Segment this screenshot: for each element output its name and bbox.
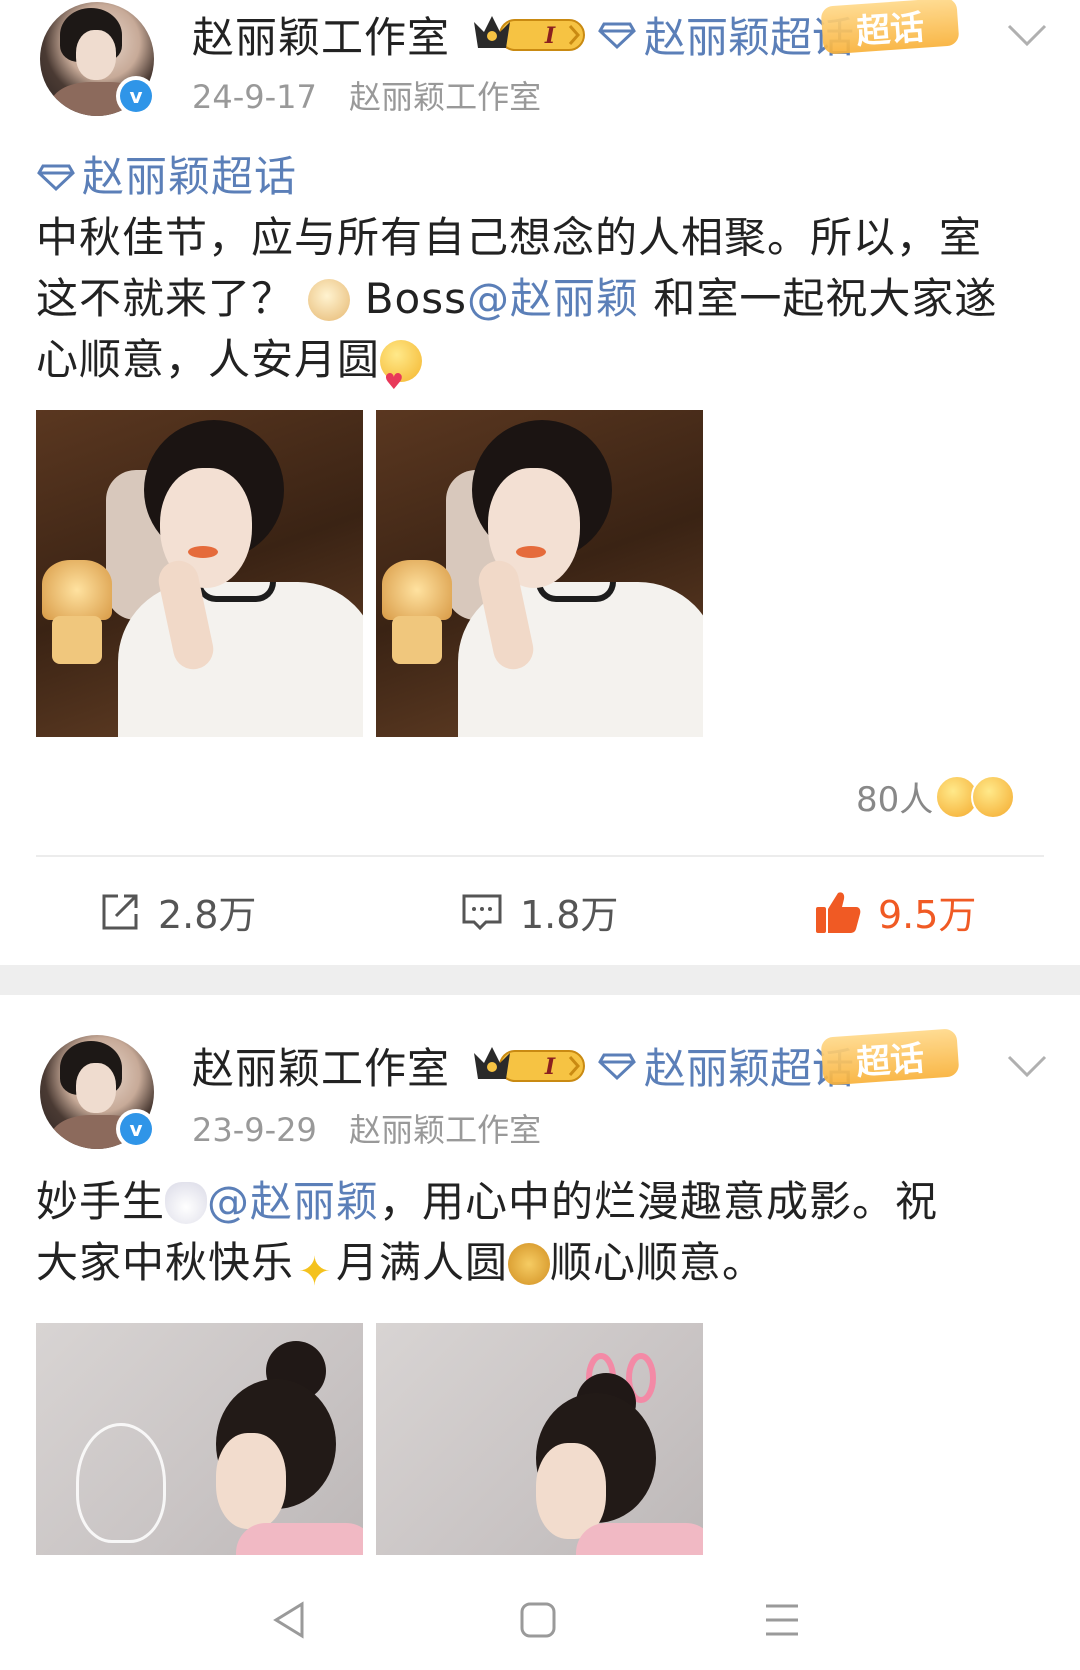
content-line: 妙手生 @赵丽颖，用心中的烂漫趣意成影。祝 [36, 1177, 939, 1226]
divider [36, 855, 1044, 857]
post-meta: 24-9-17 赵丽颖工作室 [192, 72, 563, 118]
comment-count: 1.8万 [520, 893, 619, 937]
rabbit-emoji-icon [165, 1182, 208, 1224]
author-name[interactable]: 赵丽颖工作室 [192, 4, 450, 65]
chevron-down-icon[interactable] [1003, 14, 1051, 54]
back-nav-icon[interactable] [270, 1600, 310, 1640]
mention-link[interactable]: @赵丽颖 [467, 274, 639, 323]
doge-emoji-icon [308, 279, 351, 321]
content-line: 心顺意，人安月圆 [36, 329, 1046, 413]
content-line: 这不就来了？ Boss@赵丽颖 和室一起祝大家遂 [36, 274, 998, 323]
weibo-post: v 赵丽颖工作室 I 赵丽颖超话 超话 23-9-29 赵丽颖工作室 妙手生 @赵… [0, 995, 1080, 1600]
like-button[interactable]: 9.5万 [814, 884, 976, 939]
repost-button[interactable]: 2.8万 [98, 884, 256, 939]
topic-link[interactable]: 赵丽颖超话 [598, 4, 854, 65]
repost-icon [102, 894, 138, 929]
sparkle-emoji-icon: ✦ [297, 1249, 333, 1295]
post-separator [0, 965, 1080, 995]
reactions-count: 80人 [856, 780, 934, 820]
reactions-summary[interactable]: 80人 [856, 772, 1016, 821]
post-image[interactable] [376, 1323, 703, 1555]
love-emoji-icon [380, 340, 423, 413]
reaction-emoji-icon [971, 774, 1016, 819]
verified-badge-icon: v [116, 76, 156, 116]
thumbs-up-icon [816, 891, 861, 933]
content-line: 中秋佳节，应与所有自己想念的人相聚。所以，室 [36, 213, 983, 262]
post-source: 赵丽颖工作室 [349, 1111, 542, 1149]
repost-count: 2.8万 [158, 893, 257, 937]
post-content: 赵丽颖超话 中秋佳节，应与所有自己想念的人相聚。所以，室 这不就来了？ Boss… [36, 146, 1046, 413]
like-count: 9.5万 [878, 893, 977, 937]
svg-text:I: I [544, 1054, 556, 1080]
post-date: 24-9-17 [192, 78, 317, 116]
post-date: 23-9-29 [192, 1111, 317, 1149]
crown-level-badge-icon: I [474, 1047, 585, 1082]
diamond-icon [37, 164, 75, 191]
post-meta: 23-9-29 赵丽颖工作室 [192, 1105, 563, 1151]
weibo-post: v 赵丽颖工作室 I 赵丽颖超话 超话 24-9-17 赵丽颖工作室 赵丽颖超话… [0, 0, 1080, 965]
topic-tag-link[interactable]: 赵丽颖超话 [36, 146, 1046, 207]
diamond-icon [598, 22, 636, 49]
diamond-icon [598, 1053, 636, 1080]
home-nav-icon[interactable] [518, 1600, 558, 1640]
comment-icon [462, 894, 502, 930]
author-name[interactable]: 赵丽颖工作室 [192, 1035, 450, 1096]
post-image[interactable] [36, 1323, 363, 1555]
post-image[interactable] [36, 410, 363, 737]
topic-link[interactable]: 赵丽颖超话 [598, 1035, 854, 1096]
post-image[interactable] [376, 410, 703, 737]
chaohua-sticker: 超话 [820, 0, 960, 55]
svg-text:I: I [544, 23, 556, 49]
chevron-down-icon[interactable] [1003, 1045, 1051, 1085]
chaohua-sticker: 超话 [820, 1028, 960, 1086]
verified-badge-icon: v [116, 1109, 156, 1149]
post-content: 妙手生 @赵丽颖，用心中的烂漫趣意成影。祝 大家中秋快乐✦月满人圆 顺心顺意。 [36, 1171, 1046, 1293]
mention-link[interactable]: @赵丽颖 [207, 1177, 379, 1226]
post-source: 赵丽颖工作室 [349, 78, 542, 116]
crown-level-badge-icon: I [474, 16, 585, 51]
mooncake-emoji-icon [508, 1243, 551, 1285]
menu-nav-icon[interactable] [762, 1600, 802, 1640]
content-line: 大家中秋快乐✦月满人圆 顺心顺意。 [36, 1238, 766, 1295]
comment-button[interactable]: 1.8万 [460, 884, 618, 939]
